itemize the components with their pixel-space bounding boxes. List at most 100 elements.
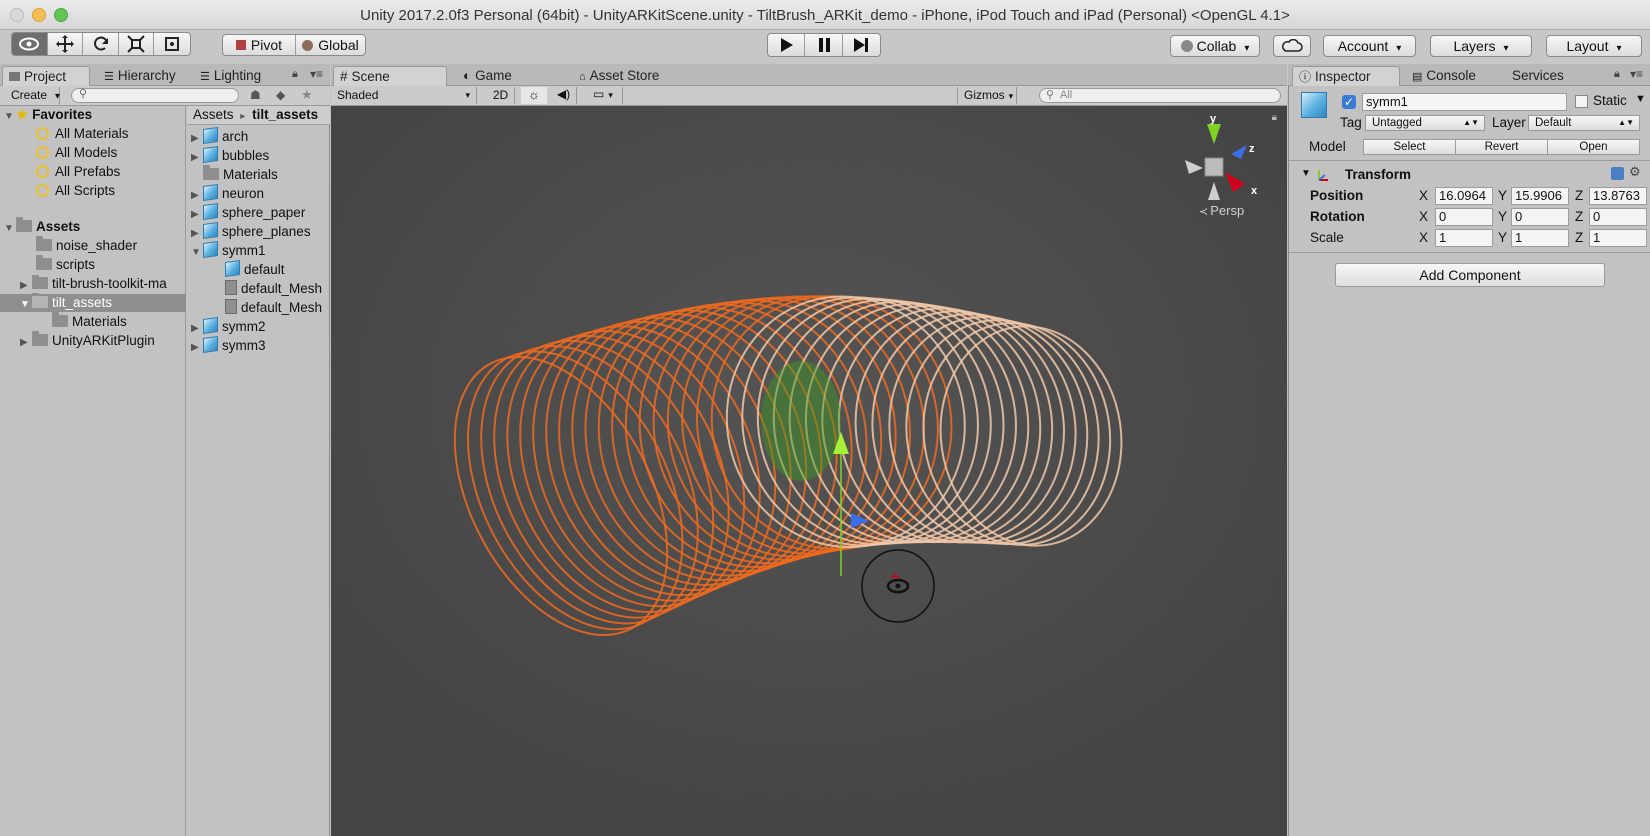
transform-component-title[interactable]: Transform [1345, 166, 1411, 184]
model-open-button[interactable]: Open [1547, 139, 1640, 155]
scale-x-input[interactable]: 1 [1435, 229, 1493, 247]
file-item[interactable]: ▶ sphere_paper [191, 202, 305, 222]
move-tool-button[interactable] [48, 33, 84, 55]
create-dropdown[interactable]: Create [4, 87, 60, 104]
file-item[interactable]: default_Mesh [225, 299, 330, 317]
rotation-x-input[interactable]: 0 [1435, 208, 1493, 226]
scene-effects-dropdown[interactable]: ▭ ▾ [587, 87, 623, 104]
tab-project[interactable]: Project [2, 66, 90, 86]
static-checkbox[interactable] [1575, 95, 1588, 108]
view-tool-button[interactable] [12, 33, 48, 55]
favorites-item[interactable]: All Materials [36, 125, 129, 143]
scale-z-input[interactable]: 1 [1589, 229, 1647, 247]
asset-folder-item[interactable]: ▶ tilt-brush-toolkit-ma [20, 275, 186, 293]
favorites-item[interactable]: All Prefabs [36, 163, 120, 181]
filter-by-label-icon[interactable]: ◆ [276, 88, 285, 102]
position-z-input[interactable]: 13.8763 [1589, 187, 1647, 205]
asset-folder-item[interactable]: scripts [36, 255, 95, 274]
scene-lighting-toggle[interactable]: ☼ [521, 87, 547, 104]
project-search-input[interactable]: ⚲ [71, 88, 239, 103]
file-item[interactable]: default_Mesh [225, 280, 330, 298]
file-item[interactable]: ▼ symm1 [191, 240, 266, 260]
gameobject-name-input[interactable]: symm1 [1362, 93, 1567, 111]
component-collapse-arrow-icon[interactable]: ▼ [1301, 168, 1311, 179]
lock-icon[interactable]: 🔒︎ [292, 68, 298, 81]
rotate-tool-button[interactable] [83, 33, 119, 55]
rotation-x-label: X [1419, 209, 1429, 224]
collab-button[interactable]: Collab [1170, 35, 1260, 57]
file-item[interactable]: ▶ neuron [191, 183, 264, 203]
scale-tool-button[interactable] [119, 33, 155, 55]
x-axis-cone[interactable] [1225, 172, 1245, 192]
favorite-star-icon[interactable]: ★ [301, 87, 313, 103]
scale-y-input[interactable]: 1 [1511, 229, 1569, 247]
step-button[interactable] [843, 34, 880, 56]
shading-mode-dropdown[interactable]: Shaded ▾ [337, 87, 477, 104]
add-component-button[interactable]: Add Component [1335, 263, 1605, 287]
perspective-toggle[interactable]: ≺ Persp [1199, 203, 1244, 218]
file-item[interactable]: ▶ arch [191, 126, 248, 146]
account-dropdown[interactable]: Account [1323, 35, 1416, 57]
tab-game[interactable]: ◐ Game [457, 66, 557, 86]
scene-search-input[interactable]: ⚲ All [1039, 88, 1281, 103]
pause-button[interactable] [805, 34, 843, 56]
tag-dropdown[interactable]: Untagged ▲▼ [1365, 115, 1485, 131]
play-button[interactable] [768, 34, 806, 56]
y-axis-cone[interactable] [1207, 124, 1221, 144]
tab-scene[interactable]: # Scene [333, 66, 447, 86]
favorites-header[interactable]: ▼ ★ Favorites [4, 106, 92, 124]
tab-lighting[interactable]: ☰ Lighting [194, 66, 282, 86]
position-y-input[interactable]: 15.9906 [1511, 187, 1569, 205]
model-select-button[interactable]: Select [1363, 139, 1456, 155]
file-item[interactable]: ▶ bubbles [191, 145, 269, 165]
panel-menu-icon[interactable]: ▾≡ [1630, 67, 1643, 81]
model-revert-button[interactable]: Revert [1455, 139, 1548, 155]
scene-viewport[interactable]: y z x 🔒︎ ≺ Persp [331, 106, 1287, 836]
file-item[interactable]: ▶ symm2 [191, 316, 266, 336]
filter-by-type-icon[interactable]: ☗ [250, 88, 261, 102]
layers-dropdown[interactable]: Layers [1430, 35, 1532, 57]
mode-2d-toggle[interactable]: 2D [487, 87, 515, 104]
rect-tool-button[interactable] [154, 33, 190, 55]
asset-folder-item[interactable]: noise_shader [36, 236, 137, 255]
gizmo-lock-icon[interactable]: 🔒︎ [1272, 112, 1277, 123]
breadcrumb-root[interactable]: Assets [193, 107, 234, 122]
static-dropdown-arrow-icon[interactable]: ▼ [1635, 93, 1646, 105]
active-checkbox[interactable]: ✓ [1342, 95, 1356, 109]
tab-inspector[interactable]: ⓘ Inspector [1292, 66, 1400, 86]
favorites-item[interactable]: All Models [36, 144, 117, 162]
pivot-button[interactable]: Pivot [223, 35, 296, 55]
scene-audio-toggle[interactable]: ◀) [551, 87, 577, 104]
position-x-input[interactable]: 16.0964 [1435, 187, 1493, 205]
tab-services[interactable]: Services [1506, 66, 1596, 86]
rotation-y-input[interactable]: 0 [1511, 208, 1569, 226]
z-axis-cone[interactable] [1231, 145, 1247, 159]
layer-dropdown[interactable]: Default ▲▼ [1528, 115, 1640, 131]
eye-icon [19, 37, 40, 51]
file-item[interactable]: default [225, 259, 285, 279]
asset-folder-item-selected[interactable]: ▼ tilt_assets [0, 293, 186, 312]
layout-dropdown[interactable]: Layout [1546, 35, 1642, 57]
rotation-z-input[interactable]: 0 [1589, 208, 1647, 226]
tab-asset-store[interactable]: ⌂ Asset Store [573, 66, 713, 86]
favorites-item[interactable]: All Scripts [36, 182, 115, 200]
component-settings-gear-icon[interactable]: ⚙ [1629, 164, 1641, 180]
cloud-button[interactable] [1273, 35, 1311, 57]
gizmos-dropdown[interactable]: Gizmos ▾ [957, 87, 1017, 104]
tab-hierarchy[interactable]: ☰ Hierarchy [98, 66, 188, 86]
neg-x-cone[interactable] [1185, 160, 1203, 174]
file-item[interactable]: ▶ symm3 [191, 335, 266, 355]
gizmo-center-cube[interactable] [1204, 157, 1224, 177]
breadcrumb-current[interactable]: tilt_assets [252, 107, 318, 122]
asset-folder-item[interactable]: ▶ UnityARKitPlugin [20, 331, 155, 350]
global-button[interactable]: Global [296, 35, 365, 55]
asset-folder-item[interactable]: Materials [52, 312, 127, 331]
lock-icon[interactable]: 🔒︎ [1614, 68, 1620, 81]
file-item[interactable]: Materials [203, 165, 278, 184]
assets-header[interactable]: ▼ Assets [4, 217, 80, 236]
help-book-icon[interactable] [1611, 167, 1624, 180]
file-item[interactable]: ▶ sphere_planes [191, 221, 311, 241]
neg-y-cone[interactable] [1208, 182, 1220, 200]
tab-console[interactable]: ▤ Console [1406, 66, 1506, 86]
panel-menu-icon[interactable]: ▾≡ [310, 67, 323, 81]
